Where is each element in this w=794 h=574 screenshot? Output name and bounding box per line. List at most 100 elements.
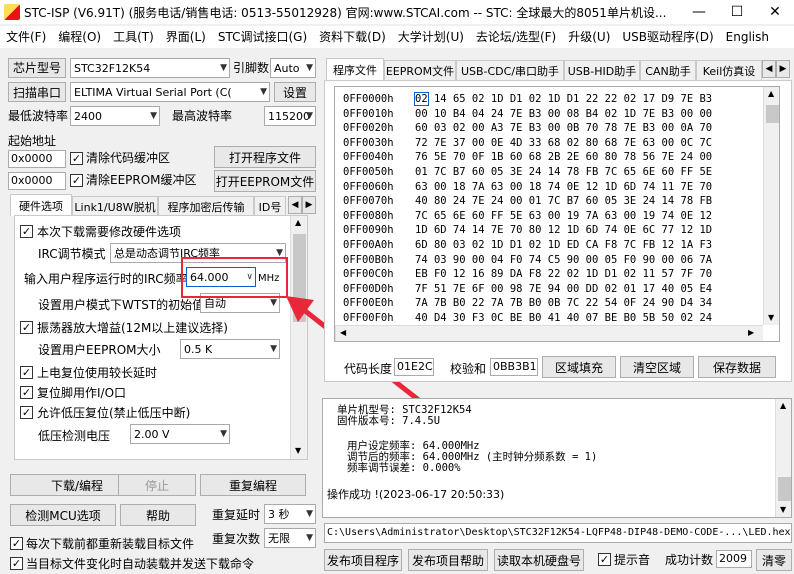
tab-hardware-options[interactable]: 硬件选项 (10, 194, 72, 216)
scroll-thumb[interactable] (778, 477, 791, 501)
hex-bytes-rest: 14 65 02 1D D1 02 1D D1 22 22 02 17 D9 7… (427, 93, 713, 105)
detect-mcu-options-button[interactable]: 检测MCU选项 (10, 504, 116, 526)
publish-help-button[interactable]: 发布项目帮助 (408, 549, 488, 571)
auto-load-label: 当目标文件变化时自动装载并发送下载命令 (26, 557, 255, 571)
scroll-down-icon[interactable]: ▼ (780, 505, 786, 514)
hex-bytes[interactable]: 72 7E 37 00 0E 4D 33 68 02 80 68 7E 63 0… (415, 137, 712, 149)
scroll-down-icon[interactable]: ▼ (295, 446, 301, 455)
auto-load-checkbox[interactable]: ✓ (10, 557, 23, 570)
menu-item-1[interactable]: 编程(O) (52, 27, 107, 47)
menu-item-0[interactable]: 文件(F) (0, 27, 52, 47)
chip-model-label[interactable]: 芯片型号 (8, 58, 67, 78)
lvd-voltage-select[interactable]: 2.00 V ▼ (130, 424, 230, 444)
menu-item-3[interactable]: 界面(L) (160, 27, 212, 47)
scroll-up-icon[interactable]: ▲ (768, 89, 774, 98)
power-on-delay-checkbox[interactable]: ✓ (20, 366, 33, 379)
menu-item-7[interactable]: 去论坛/选型(F) (470, 27, 562, 47)
port-settings-button[interactable]: 设置 (274, 82, 316, 102)
tab-scroll-right-icon[interactable]: ▶ (302, 196, 316, 214)
hex-horizontal-scrollbar[interactable]: ◀ ▶ (335, 325, 763, 341)
tab-usb-hid[interactable]: USB-HID助手 (564, 60, 640, 80)
menu-item-2[interactable]: 工具(T) (107, 27, 160, 47)
hex-bytes[interactable]: 40 D4 30 F3 0C BE B0 41 40 07 BE B0 5B 5… (415, 312, 712, 324)
menu-item-8[interactable]: 升级(U) (562, 27, 616, 47)
repeat-count-select[interactable]: 无限 ▼ (264, 528, 316, 548)
clear-code-buffer-checkbox[interactable]: ✓ (70, 152, 83, 165)
tab-scroll-right-icon[interactable]: ▶ (776, 60, 790, 78)
serial-port-select[interactable]: ELTIMA Virtual Serial Port (C(▼ (70, 82, 270, 102)
save-data-button[interactable]: 保存数据 (698, 356, 776, 378)
close-button[interactable]: ✕ (756, 0, 794, 24)
menu-item-10[interactable]: English (720, 27, 775, 47)
hex-view[interactable]: ▲ ▼ ◀ ▶ 0FF0000h 02 14 65 02 1D D1 02 1D … (334, 86, 780, 342)
hex-bytes[interactable]: 00 10 B4 04 24 7E B3 00 08 B4 02 1D 7E B… (415, 108, 712, 120)
hex-bytes[interactable]: 74 03 90 00 04 F0 74 C5 90 00 05 F0 90 0… (415, 254, 712, 266)
tab-eeprom-file[interactable]: EEPROM文件 (384, 60, 456, 80)
read-disk-serial-button[interactable]: 读取本机硬盘号 (494, 549, 584, 571)
reload-before-download-checkbox[interactable]: ✓ (10, 537, 23, 550)
scan-port-button[interactable]: 扫描串口 (8, 82, 66, 102)
hex-bytes[interactable]: 01 7C B7 60 05 3E 24 14 78 FB 7C 65 6E 6… (415, 166, 712, 178)
reset-pin-io-checkbox[interactable]: ✓ (20, 386, 33, 399)
menu-item-5[interactable]: 资料下载(D) (313, 27, 392, 47)
tab-keil-sim[interactable]: Keil仿真设 (696, 60, 762, 80)
code-start-address-input[interactable]: 0x0000 (8, 150, 66, 168)
fill-area-button[interactable]: 区域填充 (542, 356, 616, 378)
reload-hw-options-label: 本次下载需要修改硬件选项 (37, 225, 182, 239)
pin-count-select[interactable]: Auto ▼ (270, 58, 316, 78)
osc-gain-checkbox[interactable]: ✓ (20, 321, 33, 334)
hex-bytes[interactable]: 02 14 65 02 1D D1 02 1D D1 22 22 02 17 D… (414, 92, 713, 106)
scroll-left-icon[interactable]: ◀ (340, 328, 346, 337)
hex-vertical-scrollbar[interactable]: ▲ ▼ (763, 87, 779, 325)
maximize-button[interactable]: ☐ (718, 0, 756, 24)
hex-bytes[interactable]: 1D 6D 74 14 7E 70 80 12 1D 6D 74 0E 6C 7… (415, 224, 712, 236)
menu-item-4[interactable]: STC调试接口(G) (212, 27, 313, 47)
open-eeprom-file-button[interactable]: 打开EEPROM文件 (214, 170, 316, 192)
tab-link1-offline[interactable]: Link1/U8W脱机 (72, 196, 158, 216)
hex-cursor[interactable]: 02 (414, 92, 429, 106)
chip-model-select[interactable]: STC32F12K54 ▼ (70, 58, 230, 78)
tab-can[interactable]: CAN助手 (640, 60, 696, 80)
tab-id-number[interactable]: ID号 (254, 196, 286, 216)
clear-area-button[interactable]: 清空区域 (620, 356, 694, 378)
tab-encrypted-transfer[interactable]: 程序加密后传输 (158, 196, 254, 216)
scroll-up-icon[interactable]: ▲ (780, 401, 786, 410)
scroll-right-icon[interactable]: ▶ (748, 328, 754, 337)
help-button[interactable]: 帮助 (120, 504, 196, 526)
hex-bytes[interactable]: 60 03 02 00 A3 7E B3 00 0B 70 78 7E B3 0… (415, 122, 712, 134)
menu-item-6[interactable]: 大学计划(U) (392, 27, 470, 47)
tab-scroll-left-icon[interactable]: ◀ (762, 60, 776, 78)
hex-bytes[interactable]: 7F 51 7E 6F 00 98 7E 94 00 DD 02 01 17 4… (415, 283, 712, 295)
hex-bytes[interactable]: 6D 80 03 02 1D D1 02 1D ED CA F8 7C FB 1… (415, 239, 712, 251)
eeprom-start-address-input[interactable]: 0x0000 (8, 172, 66, 190)
clear-eeprom-buffer-checkbox[interactable]: ✓ (70, 174, 83, 187)
publish-project-button[interactable]: 发布项目程序 (324, 549, 402, 571)
scroll-thumb[interactable] (766, 105, 779, 123)
hex-bytes[interactable]: EB F0 12 16 89 DA F8 22 02 1D D1 02 11 5… (415, 268, 712, 280)
scroll-down-icon[interactable]: ▼ (768, 313, 774, 322)
hex-bytes[interactable]: 76 5E 70 0F 1B 60 68 2B 2E 60 80 78 56 7… (415, 151, 712, 163)
reload-hw-options-checkbox[interactable]: ✓ (20, 225, 33, 238)
scroll-up-icon[interactable]: ▲ (295, 218, 301, 227)
open-program-file-button[interactable]: 打开程序文件 (214, 146, 316, 168)
hex-bytes[interactable]: 40 80 24 7E 24 00 01 7C B7 60 05 3E 24 1… (415, 195, 712, 207)
hex-bytes[interactable]: 7A 7B B0 22 7A 7B B0 0B 7C 22 54 0F 24 9… (415, 297, 712, 309)
hex-bytes[interactable]: 7C 65 6E 60 FF 5E 63 00 19 7A 63 00 19 7… (415, 210, 712, 222)
tab-program-file[interactable]: 程序文件 (326, 58, 384, 80)
beep-checkbox[interactable]: ✓ (598, 553, 611, 566)
repeat-program-button[interactable]: 重复编程 (200, 474, 306, 496)
low-voltage-reset-checkbox[interactable]: ✓ (20, 406, 33, 419)
minimize-button[interactable]: — (680, 0, 718, 24)
min-baud-select[interactable]: 2400 ▼ (70, 106, 160, 126)
hex-bytes[interactable]: 63 00 18 7A 63 00 18 74 0E 12 1D 6D 74 1… (415, 181, 712, 193)
tab-usb-cdc-serial[interactable]: USB-CDC/串口助手 (456, 60, 564, 80)
log-scrollbar[interactable]: ▲ ▼ (775, 399, 791, 517)
clear-count-button[interactable]: 清零 (756, 549, 792, 571)
eeprom-size-select[interactable]: 0.5 K ▼ (180, 339, 280, 359)
tab-scroll-left-icon[interactable]: ◀ (288, 196, 302, 214)
max-baud-select[interactable]: 115200 ▼ (264, 106, 316, 126)
menu-bar: 文件(F) 编程(O) 工具(T) 界面(L) STC调试接口(G) 资料下载(D) 大学计… (0, 26, 794, 48)
menu-item-9[interactable]: USB驱动程序(D) (616, 27, 719, 47)
repeat-delay-select[interactable]: 3 秒 ▼ (264, 504, 316, 524)
stop-button[interactable]: 停止 (118, 474, 196, 496)
